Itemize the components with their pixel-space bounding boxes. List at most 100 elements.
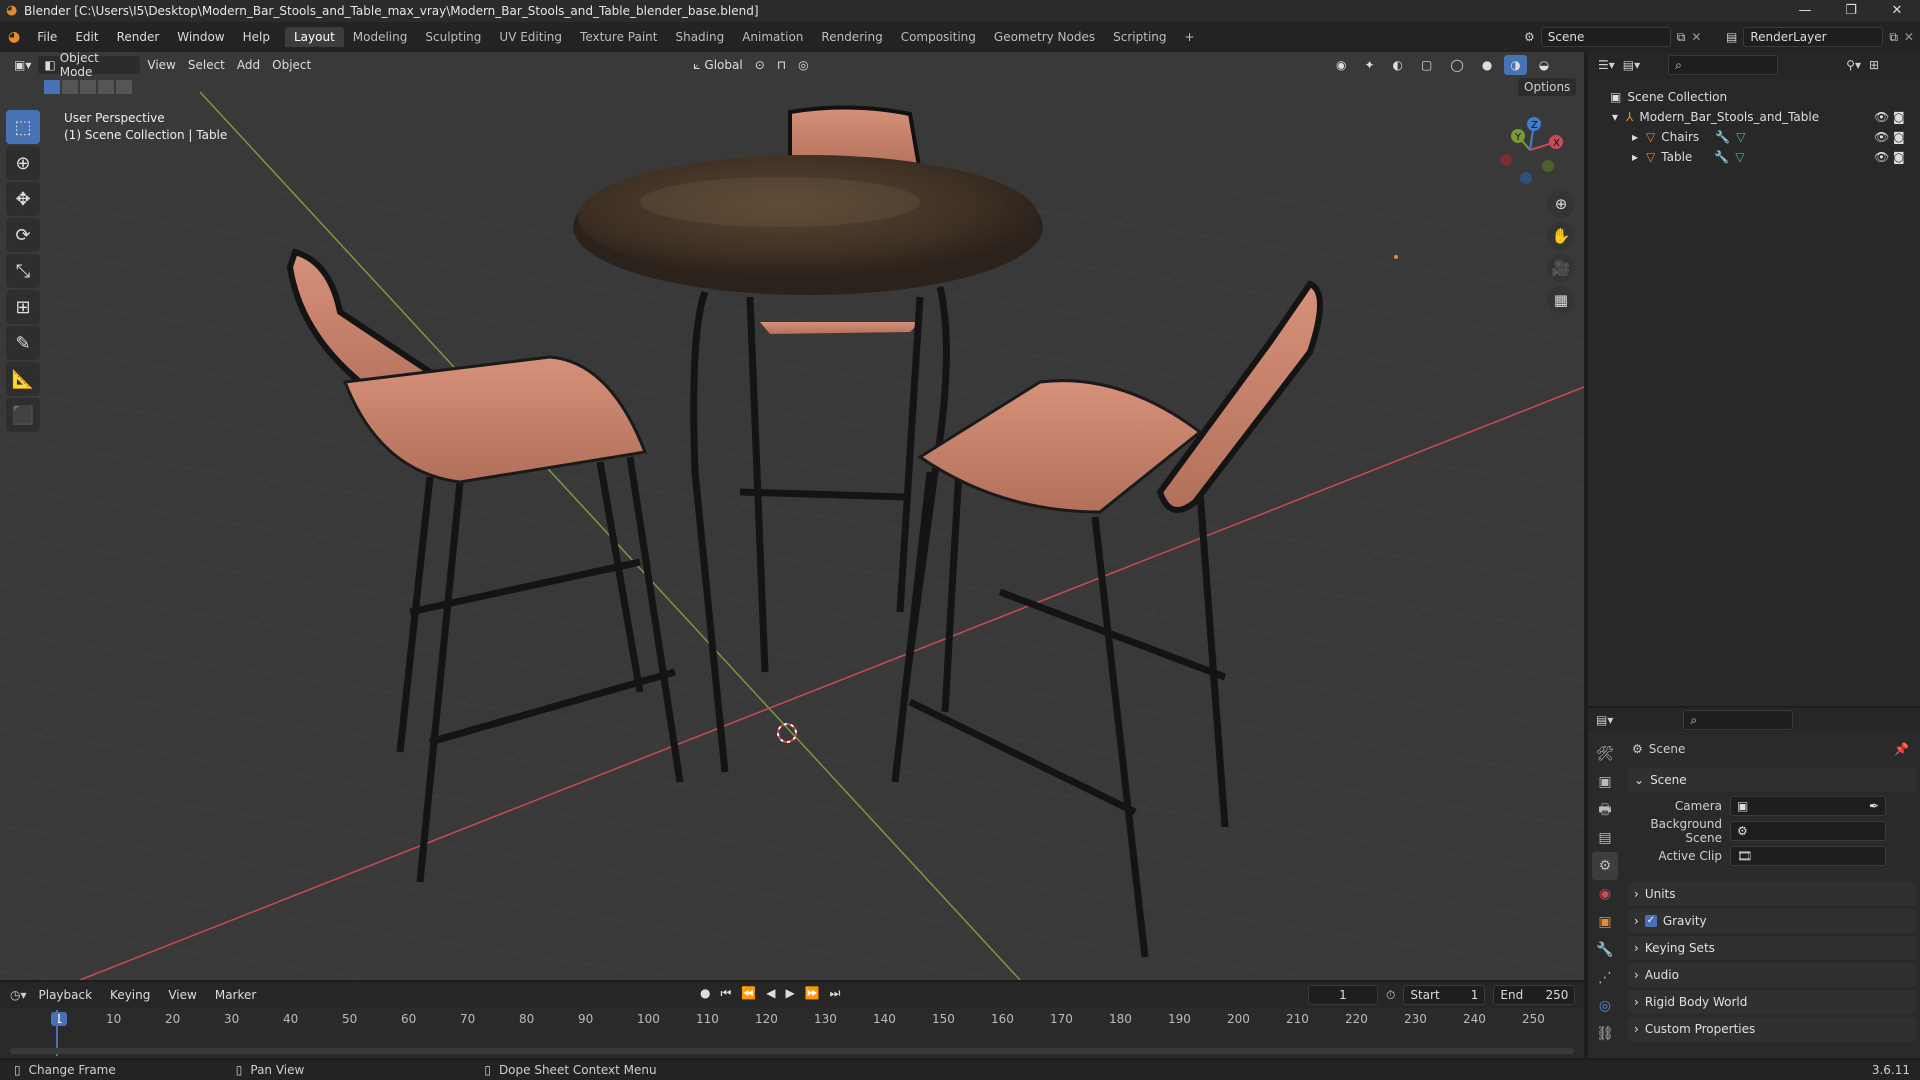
select-intersect-icon[interactable] — [116, 80, 132, 94]
select-new-icon[interactable] — [44, 80, 60, 94]
tab-animation[interactable]: Animation — [733, 27, 812, 47]
move-tool-icon[interactable]: ✥ — [6, 182, 40, 216]
jump-end-icon[interactable]: ⏭ — [830, 986, 841, 1001]
pivot-icon[interactable]: ⊙ — [749, 55, 771, 75]
jump-start-icon[interactable]: ⏮ — [720, 986, 731, 1001]
scene-tab-icon[interactable]: ⚙ — [1592, 852, 1618, 880]
overlay-toggle-icon[interactable]: ◐ — [1387, 55, 1409, 75]
annotate-tool-icon[interactable]: ✎ — [6, 326, 40, 360]
view-layer-selector[interactable]: RenderLayer — [1743, 27, 1884, 47]
physics-tab-icon[interactable]: ◎ — [1592, 992, 1618, 1020]
properties-editor-icon[interactable]: ▤▾ — [1596, 713, 1613, 727]
scale-tool-icon[interactable]: ⤡ — [6, 254, 40, 288]
minimize-button[interactable]: — — [1782, 0, 1828, 22]
new-collection-icon[interactable]: ⊞ — [1869, 58, 1879, 72]
disclosure-closed-icon[interactable]: ▸ — [1632, 150, 1638, 164]
ortho-grid-icon[interactable]: ▦ — [1547, 286, 1575, 314]
proportional-edit-icon[interactable]: ◎ — [792, 55, 814, 75]
eyedropper-icon[interactable]: ✒ — [1869, 799, 1879, 813]
background-scene-field[interactable]: ⚙ — [1730, 821, 1886, 841]
add-cube-tool-icon[interactable]: ⬛ — [6, 398, 40, 432]
render-tab-icon[interactable]: ▣ — [1592, 768, 1618, 796]
material-shading-icon[interactable]: ◑ — [1504, 55, 1527, 75]
visibility-icon[interactable]: ◉ — [1330, 55, 1352, 75]
end-frame-field[interactable]: End 250 — [1493, 985, 1576, 1005]
tab-sculpting[interactable]: Sculpting — [416, 27, 490, 47]
menu-view[interactable]: View — [141, 55, 181, 75]
menu-help[interactable]: Help — [234, 30, 279, 44]
rotate-tool-icon[interactable]: ⟳ — [6, 218, 40, 252]
tab-rendering[interactable]: Rendering — [812, 27, 891, 47]
maximize-button[interactable]: ❐ — [1828, 0, 1874, 22]
delete-scene-icon[interactable]: ✕ — [1691, 30, 1701, 44]
pan-hand-icon[interactable]: ✋ — [1547, 222, 1575, 250]
disclosure-open-icon[interactable]: ▾ — [1612, 110, 1618, 124]
tab-shading[interactable]: Shading — [666, 27, 733, 47]
snap-icon[interactable]: ⊓ — [771, 55, 792, 75]
tab-uv-editing[interactable]: UV Editing — [490, 27, 571, 47]
3d-viewport[interactable] — [0, 52, 1584, 980]
outliner-search[interactable]: ⌕ — [1668, 55, 1779, 75]
record-icon[interactable]: ● — [700, 986, 710, 1001]
zoom-icon[interactable]: ⊕ — [1547, 190, 1575, 218]
timeline-scrollbar[interactable] — [10, 1048, 1574, 1054]
eye-icon[interactable]: 👁 ◙ — [1874, 127, 1905, 147]
delete-view-layer-icon[interactable]: ✕ — [1904, 30, 1914, 44]
menu-playback[interactable]: Playback — [33, 985, 99, 1005]
next-keyframe-icon[interactable]: ⏩ — [805, 986, 820, 1001]
wireframe-shading-icon[interactable]: ◯ — [1444, 55, 1469, 75]
constraints-tab-icon[interactable]: ⛓ — [1592, 1020, 1618, 1048]
tab-geometry-nodes[interactable]: Geometry Nodes — [985, 27, 1104, 47]
panel-rigid-body-world[interactable]: › Rigid Body World — [1628, 990, 1916, 1014]
xray-icon[interactable]: ▢ — [1415, 55, 1438, 75]
transform-orientation[interactable]: ⟀ Global — [687, 55, 748, 75]
tree-item-chairs[interactable]: ▸ ▽ Chairs 🔧 ▽ — [1632, 127, 1892, 147]
frame-ruler[interactable]: 1 10 20 30 40 50 60 70 80 90 100 110 120 130 140 150 160… — [0, 1008, 1584, 1030]
disclosure-closed-icon[interactable]: ▸ — [1632, 130, 1638, 144]
prev-keyframe-icon[interactable]: ⏪ — [741, 986, 756, 1001]
menu-keying[interactable]: Keying — [104, 985, 156, 1005]
particles-tab-icon[interactable]: ⋰ — [1592, 964, 1618, 992]
navigation-gizmo[interactable]: X Y Z — [1490, 110, 1570, 190]
menu-select[interactable]: Select — [182, 55, 231, 75]
blender-menu-icon[interactable]: ◕ — [8, 29, 20, 45]
menu-edit[interactable]: Edit — [66, 30, 107, 44]
world-tab-icon[interactable]: ◉ — [1592, 880, 1618, 908]
play-icon[interactable]: ▶ — [785, 986, 794, 1001]
tree-scene-collection[interactable]: ▣ Scene Collection — [1610, 87, 1727, 107]
display-mode-icon[interactable]: ▤▾ — [1623, 58, 1640, 72]
menu-object[interactable]: Object — [266, 55, 317, 75]
gravity-checkbox[interactable]: ✓ — [1644, 915, 1657, 927]
modifier-tab-icon[interactable]: 🔧 — [1592, 936, 1618, 964]
new-view-layer-icon[interactable]: ⧉ — [1889, 30, 1898, 45]
properties-search[interactable]: ⌕ — [1683, 710, 1794, 730]
solid-shading-icon[interactable]: ● — [1476, 55, 1498, 75]
panel-custom-properties[interactable]: › Custom Properties — [1628, 1017, 1916, 1041]
menu-window[interactable]: Window — [168, 30, 233, 44]
stopwatch-icon[interactable]: ⏱ — [1386, 988, 1395, 1003]
select-extend-icon[interactable] — [62, 80, 78, 94]
gizmo-toggle-icon[interactable]: ✦ — [1358, 55, 1380, 75]
pin-icon[interactable]: 📌 — [1894, 742, 1909, 756]
measure-tool-icon[interactable]: 📐 — [6, 362, 40, 396]
select-subtract-icon[interactable] — [80, 80, 96, 94]
editor-type-icon[interactable]: ▣▾ — [8, 55, 37, 75]
panel-units[interactable]: › Units — [1628, 882, 1916, 906]
panel-keying-sets[interactable]: › Keying Sets — [1628, 936, 1916, 960]
eye-icon[interactable]: 👁 ◙ — [1874, 147, 1905, 167]
active-clip-field[interactable]: 🎞 — [1730, 846, 1886, 866]
menu-add[interactable]: Add — [231, 55, 266, 75]
tab-modeling[interactable]: Modeling — [344, 27, 417, 47]
play-reverse-icon[interactable]: ◀ — [766, 986, 775, 1001]
new-scene-icon[interactable]: ⧉ — [1677, 30, 1686, 45]
options-dropdown[interactable]: Options — [1518, 78, 1577, 96]
menu-file[interactable]: File — [28, 30, 66, 44]
camera-view-icon[interactable]: 🎥 — [1547, 254, 1575, 282]
transform-tool-icon[interactable]: ⊞ — [6, 290, 40, 324]
panel-scene-header[interactable]: ⌄ Scene — [1628, 768, 1916, 792]
tab-scripting[interactable]: Scripting — [1104, 27, 1175, 47]
outliner-editor-icon[interactable]: ☰▾ — [1598, 58, 1615, 72]
close-button[interactable]: ✕ — [1874, 0, 1920, 22]
cursor-tool-icon[interactable]: ⊕ — [6, 146, 40, 180]
tool-tab-icon[interactable]: 🛠 — [1592, 740, 1618, 768]
